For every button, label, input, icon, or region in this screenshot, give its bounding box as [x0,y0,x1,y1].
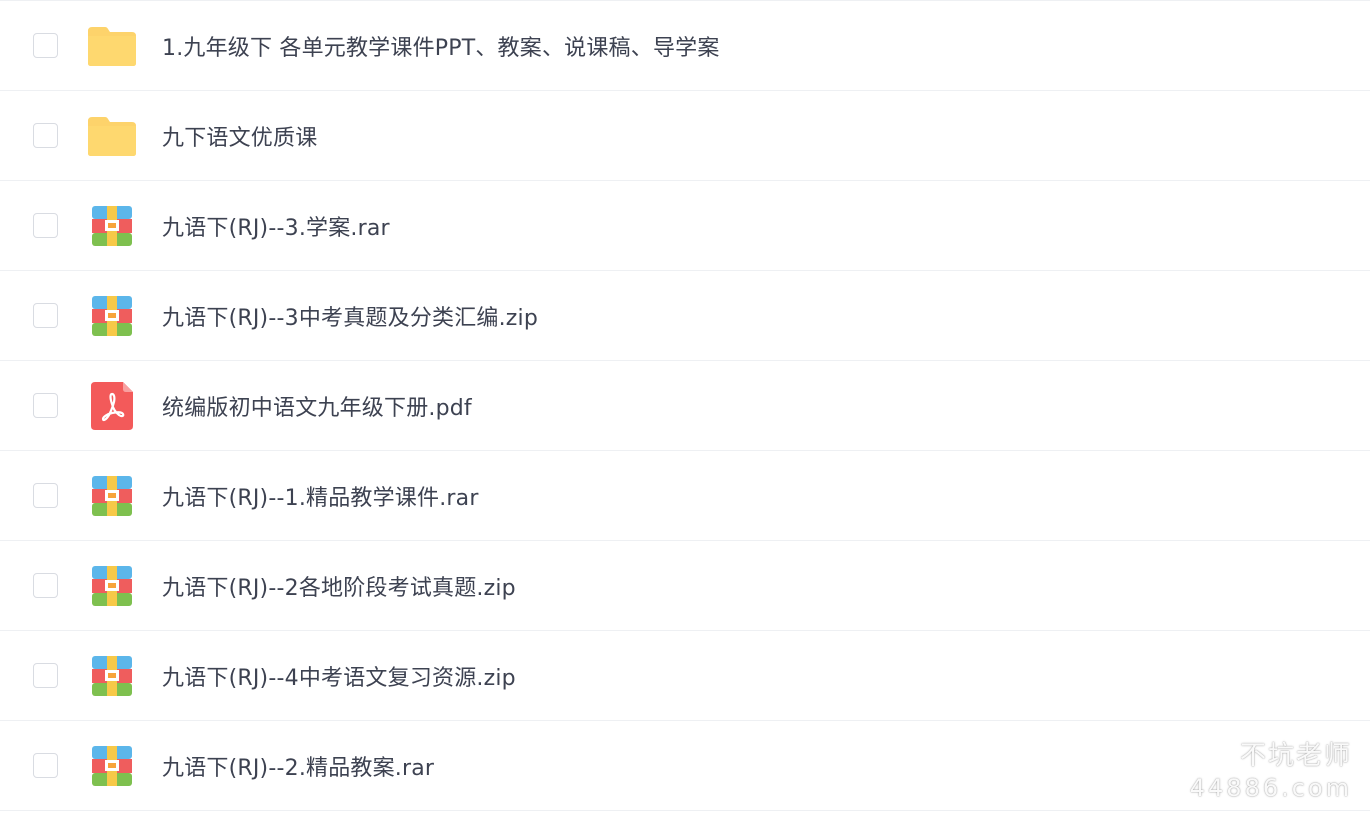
wechat-icon [1206,742,1234,766]
archive-icon [86,654,138,698]
archive-icon [86,474,138,518]
archive-icon [86,744,138,788]
folder-icon [86,24,138,68]
file-name[interactable]: 九语下(RJ)--4中考语文复习资源.zip [162,660,516,692]
file-row[interactable]: 九语下(RJ)--2各地阶段考试真题.zip [0,541,1370,631]
row-checkbox[interactable] [33,123,58,148]
file-row[interactable]: 九下语文优质课 [0,91,1370,181]
file-name[interactable]: 九语下(RJ)--1.精品教学课件.rar [162,480,479,512]
file-row[interactable]: 九语下(RJ)--3.学案.rar [0,181,1370,271]
watermark: 不坑老师 44886.com [1190,735,1352,802]
archive-icon [86,294,138,338]
file-row[interactable]: 统编版初中语文九年级下册.pdf [0,361,1370,451]
file-row[interactable]: 九语下(RJ)--2.精品教案.rar [0,721,1370,811]
row-checkbox[interactable] [33,303,58,328]
row-checkbox[interactable] [33,753,58,778]
file-row[interactable]: 九语下(RJ)--1.精品教学课件.rar [0,451,1370,541]
file-name[interactable]: 九语下(RJ)--3中考真题及分类汇编.zip [162,300,538,332]
file-name[interactable]: 九语下(RJ)--2.精品教案.rar [162,750,434,782]
row-checkbox[interactable] [33,663,58,688]
file-name[interactable]: 九语下(RJ)--3.学案.rar [162,210,390,242]
archive-icon [86,204,138,248]
watermark-site: 44886.com [1189,774,1352,802]
file-row[interactable]: 九语下(RJ)--3中考真题及分类汇编.zip [0,271,1370,361]
pdf-icon [86,381,138,430]
row-checkbox[interactable] [33,393,58,418]
watermark-brand-line: 不坑老师 [1190,735,1352,772]
file-name[interactable]: 九下语文优质课 [162,120,317,152]
file-list: 1.九年级下 各单元教学课件PPT、教案、说课稿、导学案 九下语文优质课 九语下… [0,0,1370,811]
folder-icon [86,114,138,158]
watermark-brand: 不坑老师 [1239,741,1352,771]
file-name[interactable]: 1.九年级下 各单元教学课件PPT、教案、说课稿、导学案 [162,30,720,62]
row-checkbox[interactable] [33,213,58,238]
file-name[interactable]: 九语下(RJ)--2各地阶段考试真题.zip [162,570,516,602]
row-checkbox[interactable] [33,483,58,508]
file-name[interactable]: 统编版初中语文九年级下册.pdf [162,390,472,422]
file-row[interactable]: 九语下(RJ)--4中考语文复习资源.zip [0,631,1370,721]
row-checkbox[interactable] [33,33,58,58]
file-row[interactable]: 1.九年级下 各单元教学课件PPT、教案、说课稿、导学案 [0,1,1370,91]
row-checkbox[interactable] [33,573,58,598]
archive-icon [86,564,138,608]
